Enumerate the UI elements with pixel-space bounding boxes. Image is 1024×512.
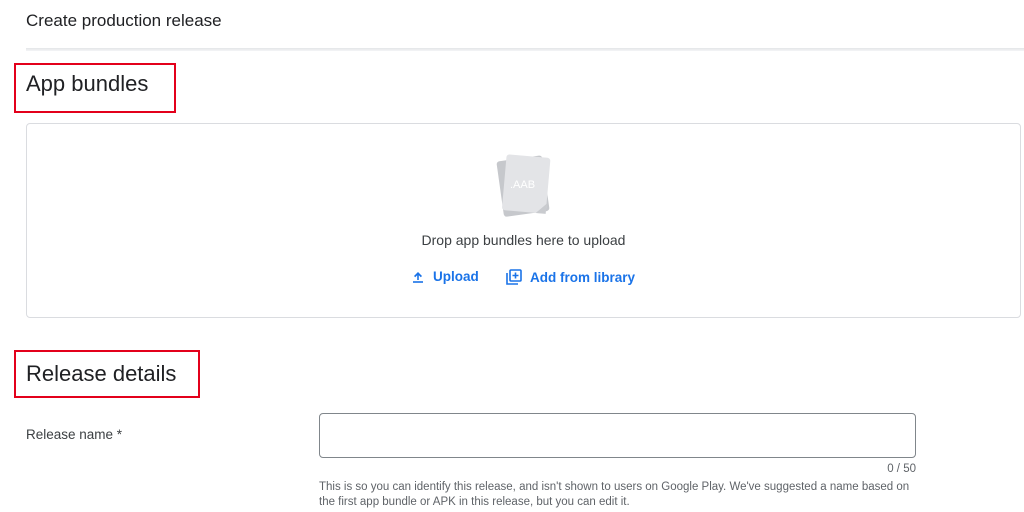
- release-name-helper-text: This is so you can identify this release…: [319, 481, 910, 508]
- release-name-label: Release name *: [26, 427, 123, 442]
- release-name-input[interactable]: [319, 413, 916, 458]
- upload-label: Upload: [433, 269, 479, 284]
- release-name-char-counter: 0 / 50: [887, 463, 916, 475]
- app-bundles-heading: App bundles: [26, 71, 149, 96]
- add-from-library-button[interactable]: Add from library: [506, 269, 635, 285]
- aab-file-icon: .AAB: [494, 152, 556, 218]
- upload-button[interactable]: Upload: [411, 269, 479, 284]
- upload-icon: [413, 271, 423, 283]
- aab-icon-label: .AAB: [510, 179, 535, 191]
- create-release-page: Create production release App bundles .A…: [0, 0, 1024, 512]
- release-details-heading: Release details: [26, 361, 177, 386]
- add-from-library-label: Add from library: [530, 269, 636, 285]
- app-bundle-drop-zone[interactable]: .AAB Drop app bundles here to upload Upl…: [26, 123, 1021, 318]
- add-to-library-icon: [506, 269, 522, 285]
- page-title: Create production release: [26, 11, 222, 30]
- header-divider: [26, 48, 1024, 51]
- drop-instructions: Drop app bundles here to upload: [421, 232, 626, 248]
